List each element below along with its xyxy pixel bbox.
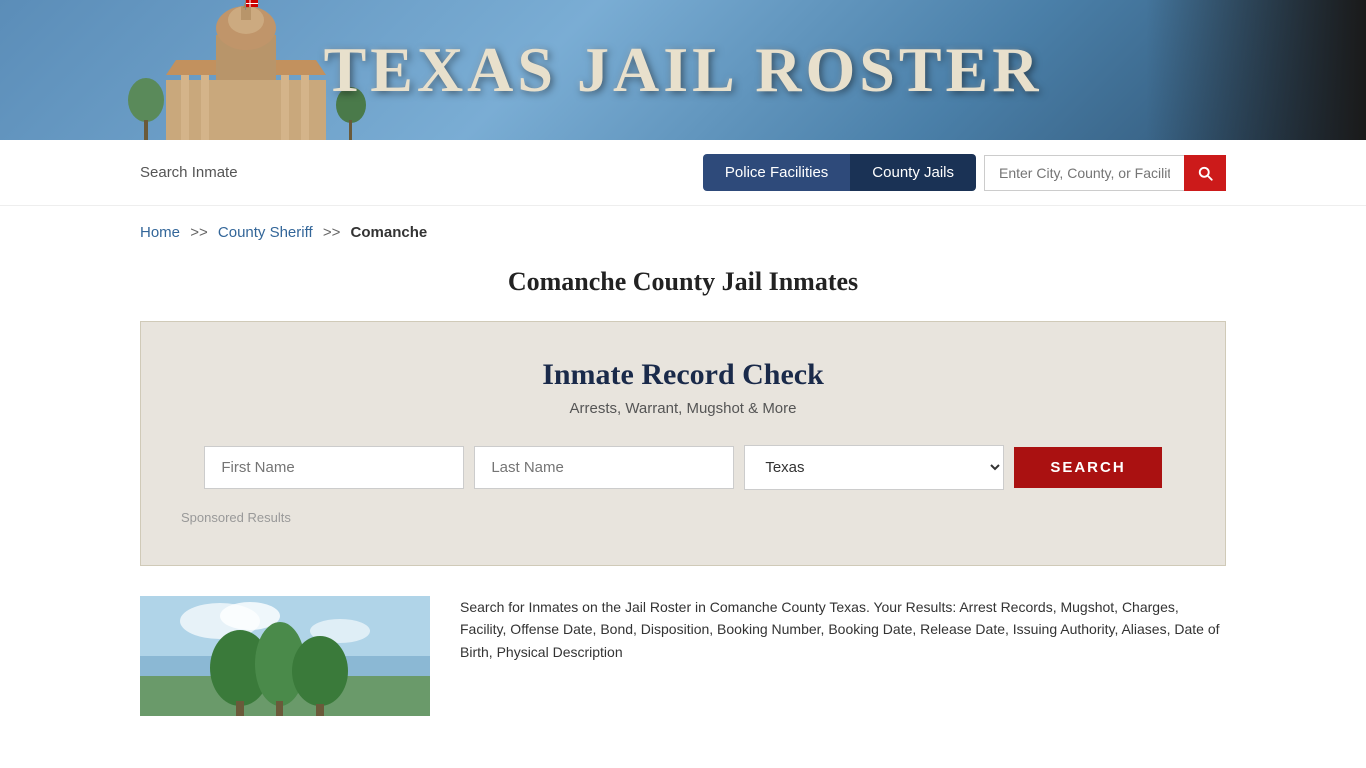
police-facilities-button[interactable]: Police Facilities — [703, 154, 850, 191]
breadcrumb-home-link[interactable]: Home — [140, 224, 180, 241]
sponsored-results-label: Sponsored Results — [181, 510, 1185, 525]
bottom-thumbnail — [140, 596, 430, 716]
facility-search-input[interactable] — [984, 155, 1184, 191]
facility-search-container — [984, 155, 1226, 191]
facility-search-button[interactable] — [1184, 155, 1226, 191]
record-check-box: Inmate Record Check Arrests, Warrant, Mu… — [140, 321, 1226, 566]
navbar-right: Police Facilities County Jails — [703, 154, 1226, 191]
page-title: Comanche County Jail Inmates — [0, 251, 1366, 321]
breadcrumb-sep-1: >> — [190, 224, 208, 241]
bottom-section: Search for Inmates on the Jail Roster in… — [0, 596, 1366, 716]
navbar: Search Inmate Police Facilities County J… — [0, 140, 1366, 206]
search-inmate-label: Search Inmate — [140, 164, 703, 181]
search-icon — [1196, 164, 1214, 182]
breadcrumb-county-sheriff-link[interactable]: County Sheriff — [218, 224, 313, 241]
last-name-input[interactable] — [474, 446, 734, 489]
record-check-form: AlabamaAlaskaArizonaArkansasCaliforniaCo… — [181, 445, 1185, 490]
record-search-button[interactable]: SEARCH — [1014, 447, 1161, 488]
breadcrumb-sep-2: >> — [323, 224, 341, 241]
first-name-input[interactable] — [204, 446, 464, 489]
breadcrumb-current: Comanche — [351, 224, 428, 241]
breadcrumb: Home >> County Sheriff >> Comanche — [0, 206, 1366, 251]
record-check-subtitle: Arrests, Warrant, Mugshot & More — [181, 400, 1185, 417]
county-jails-button[interactable]: County Jails — [850, 154, 976, 191]
bottom-description: Search for Inmates on the Jail Roster in… — [460, 596, 1226, 663]
banner-title: Texas Jail Roster — [324, 33, 1043, 107]
keys-overlay — [1146, 0, 1366, 140]
state-select[interactable]: AlabamaAlaskaArizonaArkansasCaliforniaCo… — [744, 445, 1004, 490]
site-banner: Texas Jail Roster — [0, 0, 1366, 140]
record-check-title: Inmate Record Check — [181, 358, 1185, 392]
bottom-thumbnail-svg — [140, 596, 430, 716]
